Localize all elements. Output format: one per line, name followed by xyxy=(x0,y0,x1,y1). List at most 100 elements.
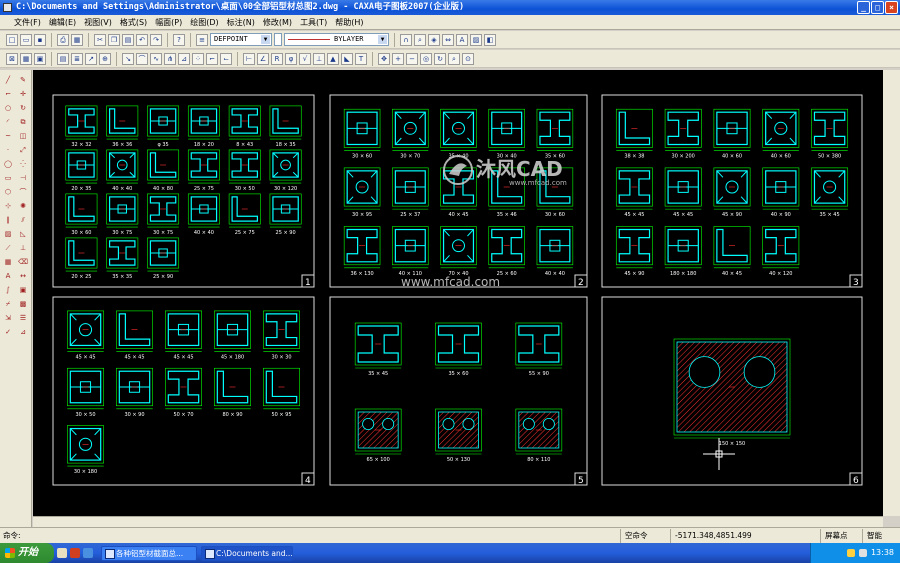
zoom-extent-icon[interactable]: ◎ xyxy=(420,52,432,65)
leader-icon[interactable]: ↗ xyxy=(85,52,97,65)
pen-icon[interactable]: ✎ xyxy=(17,74,29,86)
tray-volume-icon[interactable] xyxy=(858,548,867,557)
frame-icon[interactable]: ▣ xyxy=(34,52,46,65)
pan-icon[interactable]: ✥ xyxy=(378,52,390,65)
mirror-tool-icon[interactable]: ⊿ xyxy=(178,52,190,65)
roughness-icon[interactable]: √ xyxy=(299,52,311,65)
text-tool-icon[interactable]: T xyxy=(355,52,367,65)
menu-tools[interactable]: 工具(T) xyxy=(296,17,331,28)
menu-draw[interactable]: 绘图(D) xyxy=(186,17,222,28)
table-icon[interactable]: ▦ xyxy=(2,256,14,268)
horizontal-scrollbar[interactable] xyxy=(33,516,883,527)
chamfer-tool-icon[interactable]: ⌙ xyxy=(220,52,232,65)
title-block-icon[interactable]: ▤ xyxy=(57,52,69,65)
help-icon[interactable]: ? xyxy=(173,33,185,46)
angle-dim-icon[interactable]: ∠ xyxy=(257,52,269,65)
menu-view[interactable]: 视图(V) xyxy=(80,17,116,28)
line-tool-icon[interactable]: ↘ xyxy=(122,52,134,65)
quicklaunch-desktop-icon[interactable] xyxy=(83,548,93,558)
start-button[interactable]: 开始 xyxy=(0,543,54,563)
grid-icon[interactable]: ▦ xyxy=(20,52,32,65)
layer-select[interactable]: DEFPOINT ▼ xyxy=(210,33,272,46)
zoom-realtime-icon[interactable]: ⊙ xyxy=(462,52,474,65)
dimension-icon[interactable]: ↔ xyxy=(17,270,29,282)
menu-sheet[interactable]: 幅面(P) xyxy=(151,17,186,28)
parts-list-icon[interactable]: ≣ xyxy=(71,52,83,65)
query-icon[interactable]: ◈ xyxy=(428,33,440,46)
offset-icon[interactable]: ⫽ xyxy=(17,214,29,226)
layer-icon[interactable]: ≡ xyxy=(196,33,208,46)
fillet-icon[interactable]: ⌒ xyxy=(17,186,29,198)
taskbar-item-browser[interactable]: 各种铝型材截面总... xyxy=(101,545,197,561)
chamfer-icon[interactable]: ◺ xyxy=(17,228,29,240)
hatch-icon[interactable]: ▨ xyxy=(470,33,482,46)
print-icon[interactable]: ⎙ xyxy=(57,33,69,46)
minimize-button[interactable]: _ xyxy=(857,1,870,14)
menu-help[interactable]: 帮助(H) xyxy=(331,17,367,28)
block-insert-icon[interactable]: ▣ xyxy=(17,284,29,296)
datum-icon[interactable]: ▲ xyxy=(327,52,339,65)
array-tool-icon[interactable]: ⁘ xyxy=(192,52,204,65)
undo-icon[interactable]: ↶ xyxy=(136,33,148,46)
menu-file[interactable]: 文件(F) xyxy=(10,17,45,28)
quicklaunch-ie-icon[interactable] xyxy=(57,548,67,558)
tray-network-icon[interactable] xyxy=(846,548,855,557)
rotate-icon[interactable]: ↻ xyxy=(17,102,29,114)
maximize-button[interactable]: □ xyxy=(871,1,884,14)
balloon-icon[interactable]: ⊕ xyxy=(99,52,111,65)
zoom-out-icon[interactable]: − xyxy=(406,52,418,65)
equidistant-icon[interactable]: ∥ xyxy=(2,214,14,226)
menu-modify[interactable]: 修改(M) xyxy=(259,17,296,28)
menu-dimension[interactable]: 标注(N) xyxy=(223,17,259,28)
drawing-svg[interactable]: 1 32 × 32 36 × 36 φ 35 18 × 20 8 × 43 18 × 35 2… xyxy=(33,70,883,516)
menu-format[interactable]: 格式(S) xyxy=(116,17,151,28)
new-file-icon[interactable]: □ xyxy=(6,33,18,46)
polygon-icon[interactable]: ⬡ xyxy=(2,186,14,198)
arc-icon[interactable]: ◜ xyxy=(2,116,14,128)
break-icon[interactable]: ⌿ xyxy=(2,298,14,310)
spline-icon[interactable]: ∫ xyxy=(2,284,14,296)
color-swatch[interactable] xyxy=(274,33,282,46)
mirror-icon[interactable]: ◫ xyxy=(17,130,29,142)
ellipse-icon[interactable]: ◯ xyxy=(2,158,14,170)
measure-icon[interactable]: ⊿ xyxy=(17,326,29,338)
redo-icon[interactable]: ↷ xyxy=(150,33,162,46)
hatch-fill-icon[interactable]: ▨ xyxy=(2,228,14,240)
block-icon[interactable]: ◧ xyxy=(484,33,496,46)
linetype-select[interactable]: BYLAYER ▼ xyxy=(284,33,389,46)
copy-object-icon[interactable]: ⧉ xyxy=(17,116,29,128)
tolerance-icon[interactable]: ⊥ xyxy=(313,52,325,65)
erase-icon[interactable]: ⌫ xyxy=(17,256,29,268)
zoom-window-icon[interactable]: ⌕ xyxy=(414,33,426,46)
zoom-in-icon[interactable]: + xyxy=(392,52,404,65)
vertical-scrollbar[interactable] xyxy=(883,70,900,516)
dimension-style-icon[interactable]: ⇔ xyxy=(442,33,454,46)
rectangle-icon[interactable]: ▭ xyxy=(2,172,14,184)
centerline-icon[interactable]: ⊹ xyxy=(2,200,14,212)
stretch-icon[interactable]: ⇲ xyxy=(2,312,14,324)
polyline-icon[interactable]: ⌐ xyxy=(2,88,14,100)
copy-icon[interactable]: ❐ xyxy=(108,33,120,46)
close-button[interactable]: × xyxy=(885,1,898,14)
move-icon[interactable]: ✛ xyxy=(17,88,29,100)
point-mode[interactable]: 屏幕点 xyxy=(820,528,862,543)
text-style-icon[interactable]: A xyxy=(456,33,468,46)
align-icon[interactable]: ⊥ xyxy=(17,242,29,254)
point-icon[interactable]: · xyxy=(2,144,14,156)
redraw-icon[interactable]: ↻ xyxy=(434,52,446,65)
radius-dim-icon[interactable]: R xyxy=(271,52,283,65)
text-icon[interactable]: A xyxy=(2,270,14,282)
symbol-icon[interactable]: ✓ xyxy=(2,326,14,338)
menu-edit[interactable]: 编辑(E) xyxy=(45,17,80,28)
extend-icon[interactable]: ⊣ xyxy=(17,172,29,184)
zoom-previous-icon[interactable]: ⌕ xyxy=(448,52,460,65)
save-icon[interactable]: ▪ xyxy=(34,33,46,46)
command-prompt[interactable]: 命令: xyxy=(0,530,620,541)
fillet-tool-icon[interactable]: ⌐ xyxy=(206,52,218,65)
weld-icon[interactable]: ◣ xyxy=(341,52,353,65)
cut-icon[interactable]: ✂ xyxy=(94,33,106,46)
zoom-all-icon[interactable]: ⊠ xyxy=(6,52,18,65)
quicklaunch-media-icon[interactable] xyxy=(70,548,80,558)
spline-tool-icon[interactable]: ∿ xyxy=(150,52,162,65)
property-icon[interactable]: ☰ xyxy=(17,312,29,324)
